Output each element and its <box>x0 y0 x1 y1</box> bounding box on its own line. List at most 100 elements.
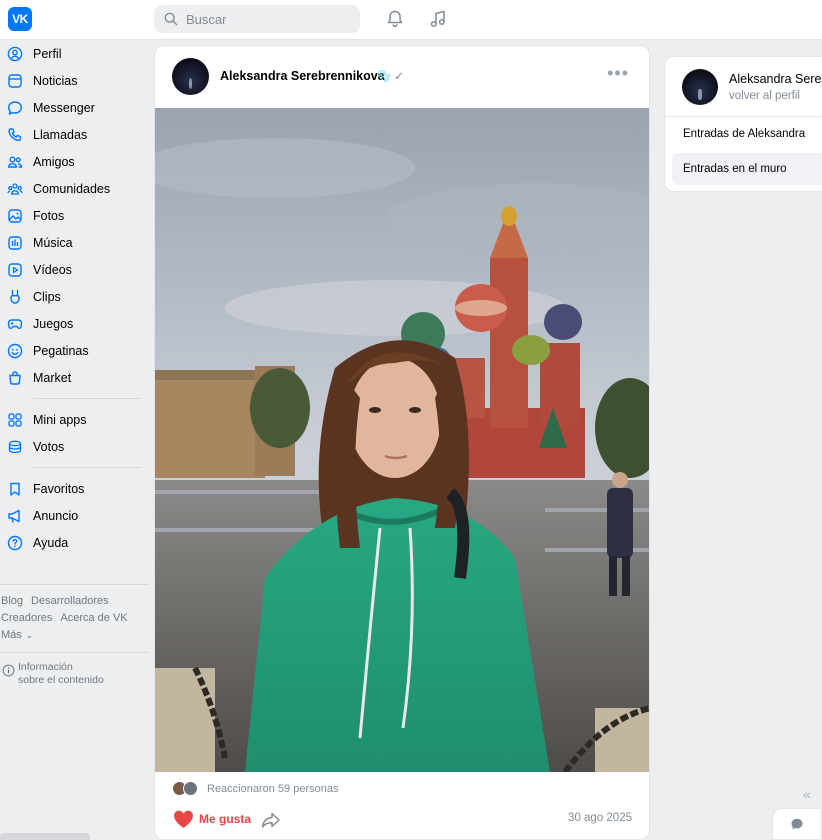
sidebar-item-label: Favoritos <box>33 481 85 496</box>
sidebar-item-label: Llamadas <box>33 127 88 142</box>
footer-link-more[interactable]: Más ⌄ <box>1 629 41 641</box>
checkmark-icon: ✓ <box>394 69 405 83</box>
sidebar-item-market[interactable]: Market <box>0 364 148 391</box>
post-header: Aleksandra Serebrennikova 🫧 ✓ ••• <box>155 46 649 108</box>
profile-name[interactable]: Aleksandra Serebrennikova <box>729 72 822 86</box>
sidebar-item-label: Vídeos <box>33 262 72 277</box>
megaphone-icon <box>7 508 23 524</box>
sidebar-item-noticias[interactable]: Noticias <box>0 67 148 94</box>
sidebar-item-messenger[interactable]: Messenger <box>0 94 148 121</box>
sidebar-item-favoritos[interactable]: Favoritos <box>0 475 148 502</box>
filter-user-posts[interactable]: Entradas de Aleksandra <box>683 128 805 140</box>
search-input[interactable] <box>186 11 346 27</box>
chat-bubble-icon <box>7 100 23 116</box>
sidebar-item-label: Votos <box>33 439 65 454</box>
sidebar-item-label: Market <box>33 370 72 385</box>
coins-icon <box>7 439 23 455</box>
post-footer: Reaccionaron 59 personas Me gusta 30 ago… <box>155 772 649 839</box>
author-status: 🫧 ✓ <box>377 69 404 83</box>
sidebar-item-label: Ayuda <box>33 535 69 550</box>
status-emoji: 🫧 <box>377 71 391 83</box>
chat-icon <box>791 818 803 830</box>
sidebar-item-pegatinas[interactable]: Pegatinas <box>0 337 148 364</box>
sidebar-item-musica[interactable]: Música <box>0 229 148 256</box>
footer-link-blog[interactable]: Blog <box>1 595 23 607</box>
more-options-icon[interactable]: ••• <box>607 64 629 82</box>
sidebar-item-fotos[interactable]: Fotos <box>0 202 148 229</box>
reaction-avatars[interactable] <box>172 781 198 796</box>
sidebar-item-label: Amigos <box>33 154 75 169</box>
sidebar-item-label: Messenger <box>33 100 95 115</box>
chat-widget-button[interactable] <box>772 808 822 840</box>
user-icon <box>7 46 23 62</box>
bottom-tab-handle[interactable] <box>0 833 90 840</box>
profile-avatar[interactable] <box>682 69 718 105</box>
filter-wall-posts[interactable]: Entradas en el muro <box>683 163 787 175</box>
sidebar-item-llamadas[interactable]: Llamadas <box>0 121 148 148</box>
reactor-avatar <box>183 781 198 796</box>
bag-icon <box>7 370 23 386</box>
friends-icon <box>7 154 23 170</box>
music-icon[interactable] <box>428 9 448 29</box>
author-avatar[interactable] <box>172 58 209 95</box>
like-label: Me gusta <box>199 812 252 826</box>
top-header: VK <box>0 0 822 40</box>
sidebar-item-label: Anuncio <box>33 508 79 523</box>
footer-divider <box>0 652 148 653</box>
card-divider <box>665 116 822 117</box>
sidebar-item-anuncio[interactable]: Anuncio <box>0 502 148 529</box>
sidebar-item-label: Mini apps <box>33 412 87 427</box>
sidebar-item-label: Comunidades <box>33 181 111 196</box>
gamepad-icon <box>7 316 23 332</box>
bell-icon[interactable] <box>385 9 405 29</box>
sidebar-item-comunidades[interactable]: Comunidades <box>0 175 148 202</box>
apps-grid-icon <box>7 412 23 428</box>
sidebar-item-ayuda[interactable]: Ayuda <box>0 529 148 556</box>
content-info-link[interactable]: Información sobre el contenido <box>0 661 148 687</box>
communities-icon <box>7 181 23 197</box>
post-date[interactable]: 30 ago 2025 <box>568 812 632 824</box>
sidebar-item-label: Pegatinas <box>33 343 89 358</box>
sidebar-item-label: Clips <box>33 289 61 304</box>
back-to-profile-link[interactable]: volver al perfil <box>729 90 800 102</box>
sidebar-item-amigos[interactable]: Amigos <box>0 148 148 175</box>
footer-link-about[interactable]: Acerca de VK <box>60 612 127 624</box>
chevron-down-icon: ⌄ <box>25 630 34 640</box>
sidebar-item-label: Música <box>33 235 73 250</box>
post-card: Aleksandra Serebrennikova 🫧 ✓ ••• Reacci… <box>154 45 650 840</box>
sidebar-item-clips[interactable]: Clips <box>0 283 148 310</box>
more-label: Más <box>1 629 22 641</box>
info-icon <box>2 664 15 677</box>
collapse-chevrons-icon[interactable]: « <box>803 786 811 802</box>
sidebar-divider <box>33 467 141 468</box>
newspaper-icon <box>7 73 23 89</box>
footer-links: Blog Desarrolladores Creadores Acerca de V… <box>0 593 148 644</box>
sidebar-item-label: Juegos <box>33 316 74 331</box>
sidebar-item-videos[interactable]: Vídeos <box>0 256 148 283</box>
sidebar-item-votos[interactable]: Votos <box>0 433 148 460</box>
sidebar-item-label: Perfil <box>33 46 62 61</box>
author-name[interactable]: Aleksandra Serebrennikova <box>220 69 385 83</box>
post-photo[interactable] <box>155 108 649 772</box>
photo-image <box>155 108 649 772</box>
help-icon <box>7 535 23 551</box>
sidebar-item-juegos[interactable]: Juegos <box>0 310 148 337</box>
footer-link-developers[interactable]: Desarrolladores <box>31 595 109 607</box>
phone-icon <box>7 127 23 143</box>
photo-icon <box>7 208 23 224</box>
sidebar-item-mini-apps[interactable]: Mini apps <box>0 406 148 433</box>
profile-filter-card: Aleksandra Serebrennikova volver al perf… <box>664 56 822 192</box>
like-button[interactable]: Me gusta <box>173 809 251 829</box>
left-sidebar: Perfil Noticias Messenger Llamadas Amigo… <box>0 40 148 687</box>
footer-divider <box>0 584 148 585</box>
footer-link-creators[interactable]: Creadores <box>1 612 52 624</box>
sidebar-item-label: Noticias <box>33 73 78 88</box>
info-line-1: Información <box>18 661 73 673</box>
search-box[interactable] <box>154 5 360 33</box>
sidebar-item-perfil[interactable]: Perfil <box>0 40 148 67</box>
vk-logo[interactable]: VK <box>8 7 32 31</box>
sidebar-item-label: Fotos <box>33 208 65 223</box>
clips-icon <box>7 289 23 305</box>
reactions-count[interactable]: Reaccionaron 59 personas <box>207 783 338 795</box>
share-icon[interactable] <box>261 810 281 830</box>
